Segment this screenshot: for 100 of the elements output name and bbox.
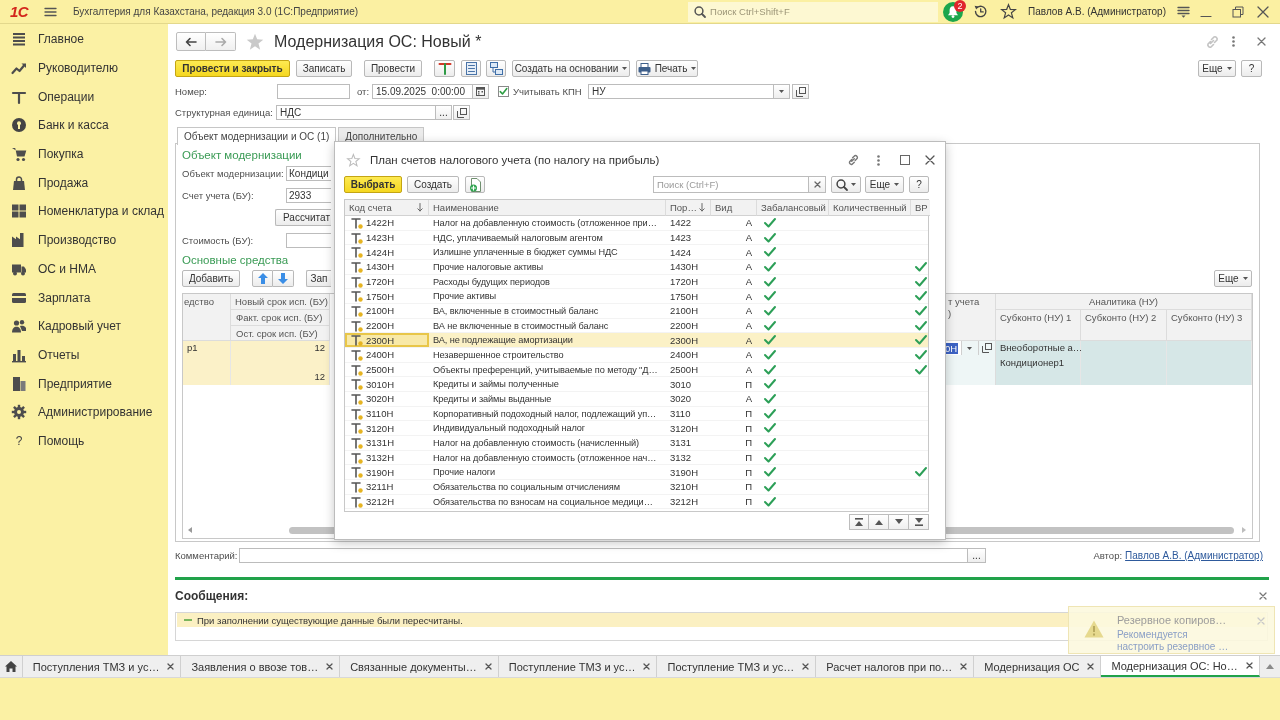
more-button[interactable]: Еще <box>1198 60 1236 77</box>
table-row[interactable]: 1423Н НДС, уплачиваемый налоговым агентом 1423 А <box>345 230 928 246</box>
table-row[interactable]: 3211Н Обязательства по социальным отчислениям 3210Н П <box>345 480 928 495</box>
sidebar-item[interactable]: Номенклатура и склад <box>0 197 168 226</box>
sidebar-item[interactable]: Операции <box>0 82 168 112</box>
kpn-checkbox[interactable] <box>498 86 509 97</box>
table-row[interactable]: 3190Н Прочие налоги 3190Н П <box>345 465 928 481</box>
last-button[interactable] <box>909 514 929 530</box>
column-header[interactable]: Пор… <box>666 200 711 216</box>
sidebar-item[interactable]: Кадровый учет <box>0 311 168 341</box>
column-header[interactable]: ВР <box>911 200 930 216</box>
sidebar-item[interactable]: Отчеты <box>0 340 168 370</box>
star-icon[interactable] <box>246 33 264 50</box>
column-header[interactable]: Наименование <box>429 200 666 216</box>
print-button[interactable]: Печать <box>636 60 698 77</box>
close-icon[interactable] <box>326 663 334 670</box>
calendar-button[interactable] <box>473 84 489 99</box>
open-button[interactable] <box>792 84 809 99</box>
comment-field[interactable] <box>239 548 968 563</box>
close-icon[interactable] <box>1257 5 1269 18</box>
link-icon[interactable] <box>847 154 859 166</box>
table-row[interactable]: 2400Н Незавершенное строительство 2400Н А <box>345 348 928 363</box>
date-field[interactable]: 15.09.2025 0:00:00 <box>372 84 473 99</box>
sidebar-item[interactable]: Производство <box>0 225 168 255</box>
sidebar-item[interactable]: Предприятие <box>0 369 168 398</box>
list-button[interactable] <box>461 60 481 77</box>
open-button[interactable] <box>978 341 995 355</box>
post-button[interactable]: Провести <box>364 60 422 77</box>
document-plus-button[interactable] <box>465 176 485 193</box>
table-row[interactable]: 3131Н Налог на добавленную стоимость (начисленный) 3131 П <box>345 436 928 451</box>
table-row[interactable]: 1750Н Прочие активы 1750Н А <box>345 289 928 305</box>
history-icon[interactable] <box>973 4 989 19</box>
create-button[interactable]: Создать <box>407 176 459 193</box>
sidebar-item[interactable]: Зарплата <box>0 283 168 312</box>
search-field[interactable]: Поиск Ctrl+Shift+F <box>688 1 939 22</box>
star-icon[interactable] <box>347 153 360 167</box>
down-button[interactable] <box>889 514 909 530</box>
close-icon[interactable] <box>960 663 968 670</box>
open-button[interactable] <box>453 105 470 120</box>
move-up-button[interactable] <box>252 270 273 287</box>
more-icon[interactable] <box>1232 36 1235 47</box>
clear-button[interactable] <box>809 176 826 193</box>
add-button[interactable]: Добавить <box>182 270 240 287</box>
table-row[interactable]: 3110Н Корпоративный подоходный налог, подлежащий уп… 3110 П <box>345 406 928 422</box>
more-button[interactable]: Еще <box>865 176 904 193</box>
close-icon[interactable] <box>925 155 935 165</box>
help-button[interactable]: ? <box>1241 60 1262 77</box>
table-row[interactable]: 1422Н Налог на добавленную стоимость (отложенное при… 1422 А <box>345 216 928 231</box>
close-icon[interactable] <box>1257 37 1266 46</box>
sidebar-item[interactable]: Банк и касса <box>0 111 168 140</box>
close-icon[interactable] <box>1259 592 1267 600</box>
input-field[interactable]: Кондици <box>286 166 331 181</box>
taskbar-tab[interactable]: Модернизация ОС: Но… <box>1101 656 1260 677</box>
column-header[interactable]: Количественный <box>829 200 911 216</box>
table-row[interactable]: 3120Н Индивидуальный подоходный налог 3120Н П <box>345 421 928 437</box>
table-row[interactable]: 2100Н ВА, включенные в стоимостный баланс 2100Н А <box>345 304 928 319</box>
input-field[interactable]: 2933 <box>286 188 331 203</box>
table-row[interactable]: 1430Н Прочие налоговые активы 1430Н А <box>345 260 928 275</box>
sidebar-item[interactable]: Покупка <box>0 139 168 169</box>
back-button[interactable] <box>176 32 206 51</box>
register-field[interactable]: НУ <box>588 84 774 99</box>
structural-unit-field[interactable]: НДС <box>276 105 436 120</box>
close-icon[interactable] <box>802 663 810 670</box>
first-button[interactable] <box>849 514 869 530</box>
sidebar-item[interactable]: Продажа <box>0 168 168 198</box>
sidebar-item[interactable]: Руководителю <box>0 53 168 83</box>
hierarchy-button[interactable] <box>486 60 506 77</box>
restore-icon[interactable] <box>1232 5 1244 18</box>
t-account-button[interactable] <box>434 60 455 77</box>
table-row[interactable]: 3020Н Кредиты и займы выданные 3020 А <box>345 392 928 407</box>
close-icon[interactable] <box>643 663 651 670</box>
post-and-close-button[interactable]: Провести и закрыть <box>175 60 290 77</box>
create-based-on-button[interactable]: Создать на основании <box>512 60 630 77</box>
help-button[interactable]: ? <box>909 176 929 193</box>
dropdown-button[interactable] <box>774 84 790 99</box>
table-row[interactable]: 1720Н Расходы будущих периодов 1720Н А <box>345 274 928 290</box>
tab[interactable]: Объект модернизации и ОС (1) <box>177 127 337 145</box>
close-icon[interactable] <box>1087 663 1095 670</box>
star-icon[interactable] <box>1001 4 1017 19</box>
sidebar-item[interactable]: Администрирование <box>0 397 168 427</box>
more-button[interactable]: Еще <box>1214 270 1252 287</box>
table-row[interactable]: 2300Н ВА, не подлежащие амортизации 2300Н А <box>345 333 928 349</box>
menu-icon[interactable] <box>1177 5 1190 18</box>
table-row[interactable]: 3212Н Обязательства по взносам на социальное медици… 3212Н П <box>345 494 928 510</box>
save-button[interactable]: Записать <box>296 60 352 77</box>
author-link[interactable]: Павлов А.В. (Администратор) <box>1125 550 1263 561</box>
table-row[interactable]: 2500Н Объекты преференций, учитываемые по методу "Д… 2500Н А <box>345 362 928 378</box>
maximize-icon[interactable] <box>900 155 910 165</box>
up-button[interactable] <box>869 514 889 530</box>
fill-button[interactable]: Зап <box>306 270 331 287</box>
calculate-button[interactable]: Рассчитат <box>275 209 331 226</box>
close-icon[interactable] <box>1245 662 1253 669</box>
menu-icon[interactable] <box>44 6 57 17</box>
table-row[interactable]: 3010Н Кредиты и займы полученные 3010 П <box>345 377 928 393</box>
input-field[interactable] <box>286 233 331 248</box>
number-field[interactable] <box>277 84 350 99</box>
close-icon[interactable] <box>484 663 492 670</box>
user-name[interactable]: Павлов А.В. (Администратор) <box>1028 6 1166 17</box>
sidebar-item[interactable]: Главное <box>0 25 168 54</box>
choose-button[interactable]: ... <box>968 548 986 563</box>
